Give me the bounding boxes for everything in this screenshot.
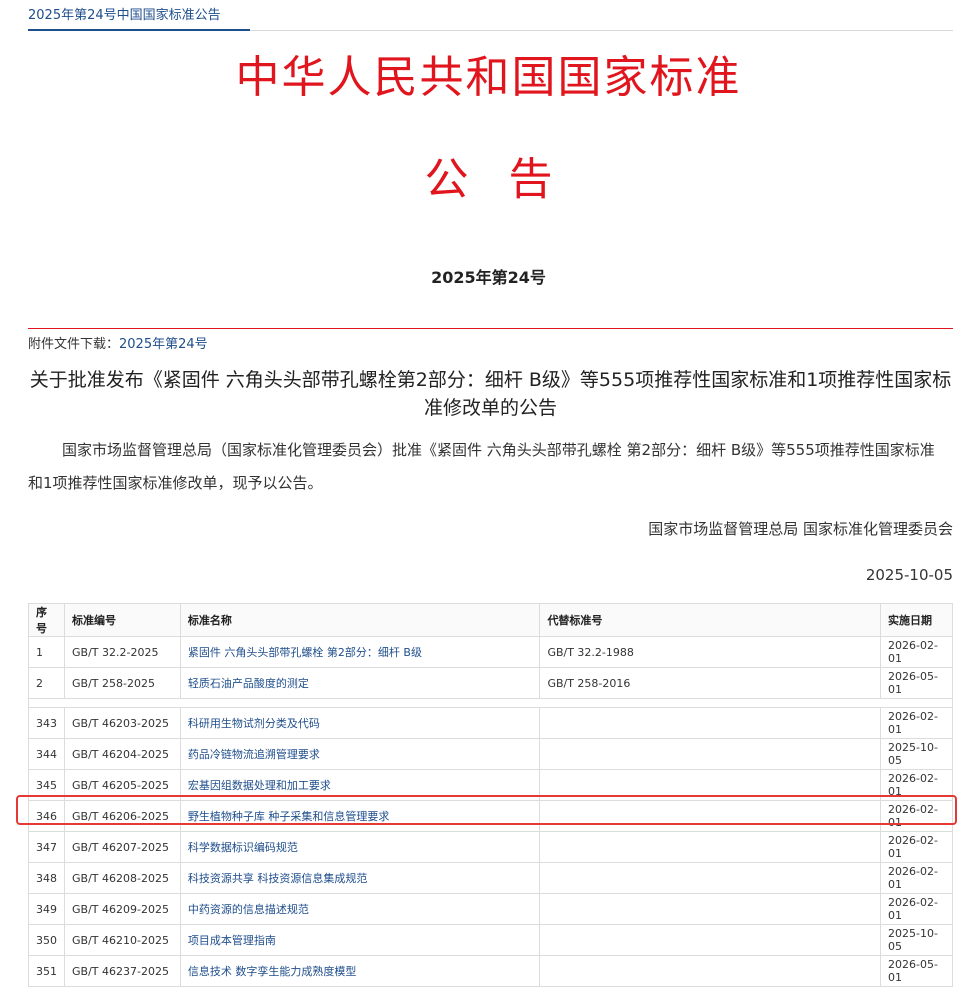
standard-name-link[interactable]: 科技资源共享 科技资源信息集成规范 [188,872,368,885]
cell-code: GB/T 258-2025 [64,667,181,699]
standard-name-link[interactable]: 紧固件 六角头头部带孔螺栓 第2部分：细杆 B级 [188,646,422,659]
header-replaces: 代替标准号 [539,603,882,637]
cell-code: GB/T 46204-2025 [64,738,181,770]
notice-date: 2025-10-05 [865,566,953,584]
cell-replaces [539,769,882,801]
cell-name: 中药资源的信息描述规范 [179,893,541,925]
cell-no: 345 [28,769,65,801]
standard-name-link[interactable]: 中药资源的信息描述规范 [188,903,309,916]
standard-name-link[interactable]: 轻质石油产品酸度的测定 [188,677,309,690]
cell-replaces [539,738,882,770]
table-gap [28,698,953,708]
header-date: 实施日期 [880,603,953,637]
table-row: 346 GB/T 46206-2025 野生植物种子库 种子采集和信息管理要求 202… [28,800,953,832]
attachment-link[interactable]: 2025年第24号 [119,337,208,352]
cell-date: 2026-02-01 [880,769,953,801]
standard-name-link[interactable]: 项目成本管理指南 [188,934,276,947]
cell-replaces [539,831,882,863]
cell-replaces [539,707,882,739]
cell-date: 2026-05-01 [880,667,953,699]
cell-code: GB/T 46208-2025 [64,862,181,894]
cell-replaces: GB/T 32.2-1988 [539,636,882,668]
table-row: 350 GB/T 46210-2025 项目成本管理指南 2025-10-05 [28,924,953,956]
cell-name: 药品冷链物流追溯管理要求 [179,738,541,770]
cell-code: GB/T 46237-2025 [64,955,181,987]
standard-name-link[interactable]: 科学数据标识编码规范 [188,841,298,854]
cell-name: 科技资源共享 科技资源信息集成规范 [179,862,541,894]
cell-replaces [539,800,882,832]
cell-date: 2026-02-01 [880,636,953,668]
cell-code: GB/T 46205-2025 [64,769,181,801]
cell-code: GB/T 46206-2025 [64,800,181,832]
cell-replaces [539,924,882,956]
cell-no: 1 [28,636,65,668]
cell-no: 344 [28,738,65,770]
attachment-label: 附件文件下载： [28,337,120,352]
notice-signature: 国家市场监督管理总局 国家标准化管理委员会 [648,520,953,538]
table-row: 345 GB/T 46205-2025 宏基因组数据处理和加工要求 2026-02-0… [28,769,953,801]
table-row: 344 GB/T 46204-2025 药品冷链物流追溯管理要求 2025-10-05 [28,738,953,770]
cell-date: 2026-02-01 [880,800,953,832]
notice-title: 关于批准发布《紧固件 六角头头部带孔螺栓第2部分：细杆 B级》等555项推荐性国… [29,369,952,419]
cell-no: 2 [28,667,65,699]
cell-code: GB/T 46203-2025 [64,707,181,739]
notice-body: 国家市场监督管理总局（国家标准化管理委员会）批准《紧固件 六角头头部带孔螺栓 第… [28,441,935,492]
standard-name-link[interactable]: 信息技术 数字孪生能力成熟度模型 [188,965,357,978]
cell-name: 紧固件 六角头头部带孔螺栓 第2部分：细杆 B级 [179,636,541,668]
table-row: 349 GB/T 46209-2025 中药资源的信息描述规范 2026-02-01 [28,893,953,925]
main-heading: 中华人民共和国国家标准 [235,52,742,103]
cell-name: 项目成本管理指南 [179,924,541,956]
cell-replaces [539,893,882,925]
cell-code: GB/T 46207-2025 [64,831,181,863]
cell-no: 343 [28,707,65,739]
cell-name: 科学数据标识编码规范 [179,831,541,863]
cell-replaces [539,955,882,987]
red-divider [28,328,953,329]
standard-name-link[interactable]: 药品冷链物流追溯管理要求 [188,748,320,761]
cell-code: GB/T 46209-2025 [64,893,181,925]
cell-code: GB/T 46210-2025 [64,924,181,956]
cell-name: 科研用生物试剂分类及代码 [179,707,541,739]
breadcrumb[interactable]: 2025年第24号中国国家标准公告 [28,4,221,23]
attachment-row: 附件文件下载：2025年第24号 [28,333,208,352]
cell-date: 2026-02-01 [880,707,953,739]
table-row: 343 GB/T 46203-2025 科研用生物试剂分类及代码 2026-02-01 [28,707,953,739]
sub-heading: 公告 [424,154,593,205]
table-row: 348 GB/T 46208-2025 科技资源共享 科技资源信息集成规范 2026-… [28,862,953,894]
table-row: 2 GB/T 258-2025 轻质石油产品酸度的测定 GB/T 258-2016 20… [28,667,953,699]
cell-date: 2025-10-05 [880,924,953,956]
cell-no: 346 [28,800,65,832]
cell-date: 2026-02-01 [880,893,953,925]
standard-name-link[interactable]: 野生植物种子库 种子采集和信息管理要求 [188,810,390,823]
table-row: 351 GB/T 46237-2025 信息技术 数字孪生能力成熟度模型 2026-0… [28,955,953,987]
cell-name: 信息技术 数字孪生能力成熟度模型 [179,955,541,987]
cell-name: 宏基因组数据处理和加工要求 [179,769,541,801]
cell-replaces: GB/T 258-2016 [539,667,882,699]
cell-name: 轻质石油产品酸度的测定 [179,667,541,699]
table-header-row: 序号 标准编号 标准名称 代替标准号 实施日期 [28,603,953,637]
standard-name-link[interactable]: 科研用生物试剂分类及代码 [188,717,320,730]
cell-code: GB/T 32.2-2025 [64,636,181,668]
cell-date: 2026-05-01 [880,955,953,987]
table-row: 1 GB/T 32.2-2025 紧固件 六角头头部带孔螺栓 第2部分：细杆 B级 G… [28,636,953,668]
cell-replaces [539,862,882,894]
issue-number: 2025年第24号 [431,268,546,287]
cell-name: 野生植物种子库 种子采集和信息管理要求 [179,800,541,832]
cell-no: 349 [28,893,65,925]
header-code: 标准编号 [64,603,181,637]
standard-name-link[interactable]: 宏基因组数据处理和加工要求 [188,779,331,792]
table-row: 347 GB/T 46207-2025 科学数据标识编码规范 2026-02-01 [28,831,953,863]
cell-no: 348 [28,862,65,894]
standards-table: 序号 标准编号 标准名称 代替标准号 实施日期 1 GB/T 32.2-2025 紧… [28,603,953,987]
cell-date: 2026-02-01 [880,862,953,894]
breadcrumb-divider-accent [28,29,250,31]
cell-date: 2025-10-05 [880,738,953,770]
cell-no: 347 [28,831,65,863]
header-name: 标准名称 [179,603,541,637]
cell-date: 2026-02-01 [880,831,953,863]
cell-no: 351 [28,955,65,987]
cell-no: 350 [28,924,65,956]
header-no: 序号 [28,603,65,637]
